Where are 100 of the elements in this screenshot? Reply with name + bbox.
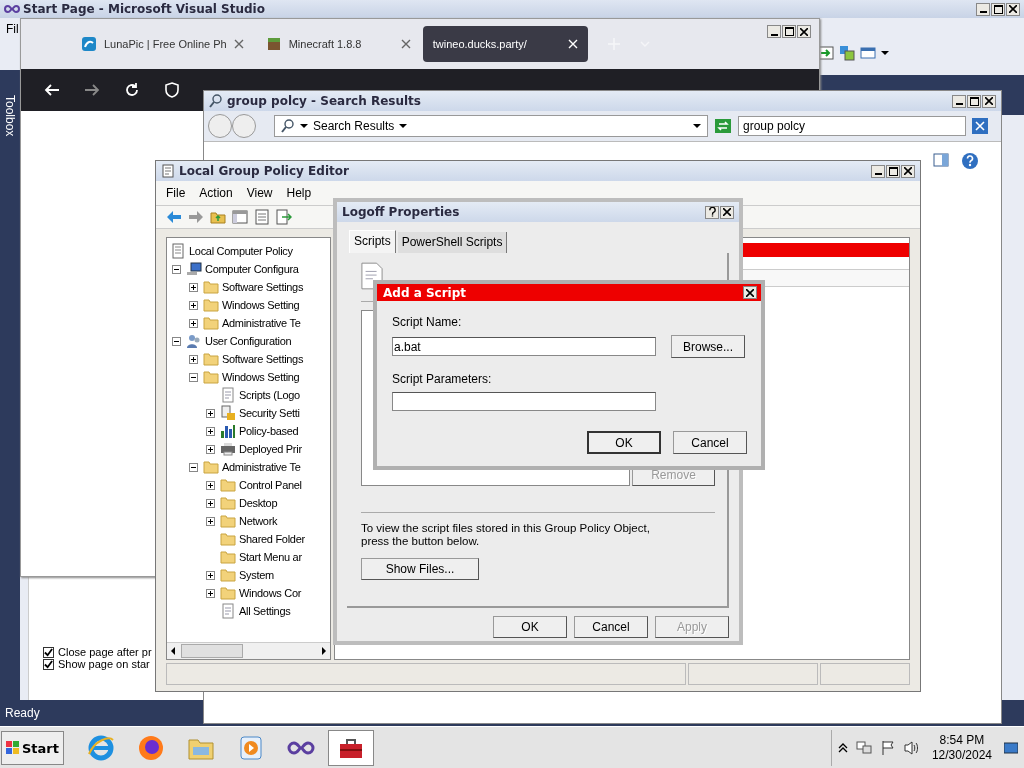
tree-item[interactable]: Administrative Te: [222, 317, 301, 329]
show-files-button[interactable]: Show Files...: [361, 558, 479, 580]
expand-icon[interactable]: [206, 588, 215, 598]
minimize-button[interactable]: [767, 25, 781, 38]
browse-button[interactable]: Browse...: [671, 335, 745, 358]
address-bar[interactable]: Search Results: [274, 115, 708, 137]
browser-tab[interactable]: twineo.ducks.party/: [422, 26, 588, 62]
tree-item[interactable]: Windows Cor: [239, 587, 302, 599]
expand-icon[interactable]: [189, 354, 198, 364]
expand-icon[interactable]: [206, 516, 215, 526]
tree-item[interactable]: Software Settings: [222, 281, 304, 293]
expand-icon[interactable]: [189, 300, 198, 310]
refresh-icon[interactable]: [714, 117, 732, 135]
windows-icon[interactable]: [839, 45, 855, 61]
collapse-icon[interactable]: [189, 462, 198, 472]
script-parameters-field[interactable]: [392, 392, 656, 411]
speaker-icon[interactable]: [903, 740, 920, 756]
help-icon[interactable]: [961, 152, 979, 170]
menu-item[interactable]: Action: [199, 186, 233, 200]
maximize-button[interactable]: [886, 164, 900, 178]
help-button[interactable]: [705, 205, 719, 219]
close-button[interactable]: [797, 25, 811, 38]
dropdown-icon[interactable]: [881, 49, 889, 57]
tab[interactable]: Scripts: [349, 230, 396, 253]
tree-item[interactable]: Policy-based: [239, 425, 299, 437]
close-button[interactable]: [982, 94, 996, 108]
tree-item[interactable]: Start Menu ar: [239, 551, 302, 563]
clear-icon[interactable]: [972, 118, 988, 134]
toolbox-tab[interactable]: Toolbox: [3, 95, 17, 137]
expand-icon[interactable]: [206, 498, 215, 508]
expand-icon[interactable]: [206, 444, 215, 454]
maximize-button[interactable]: [782, 25, 796, 38]
tree-item[interactable]: Desktop: [239, 497, 278, 509]
checkbox[interactable]: [43, 658, 54, 670]
close-button[interactable]: [743, 286, 757, 299]
menu-item[interactable]: View: [246, 186, 273, 200]
close-icon[interactable]: [233, 39, 244, 49]
tree-item[interactable]: Computer Configura: [205, 263, 299, 275]
tree-item[interactable]: Windows Setting: [222, 371, 300, 383]
minimize-button[interactable]: [976, 2, 990, 16]
tab[interactable]: PowerShell Scripts: [397, 232, 508, 253]
minimize-button[interactable]: [952, 94, 966, 108]
expand-icon[interactable]: [206, 426, 215, 436]
scroll-right-icon[interactable]: [320, 647, 328, 655]
window-icon[interactable]: [860, 45, 876, 61]
close-button[interactable]: [720, 205, 734, 219]
network-icon[interactable]: [855, 740, 872, 756]
tree-item[interactable]: Deployed Prir: [239, 443, 302, 455]
tree-item[interactable]: Control Panel: [239, 479, 302, 491]
tree-item[interactable]: Software Settings: [222, 353, 304, 365]
menu-item[interactable]: Fil: [6, 22, 19, 36]
scroll-left-icon[interactable]: [169, 647, 177, 655]
search-field[interactable]: group polcy: [738, 116, 966, 136]
tree-item[interactable]: All Settings: [239, 605, 291, 617]
dropdown-icon[interactable]: [693, 122, 701, 130]
horizontal-scrollbar[interactable]: [167, 642, 330, 659]
menu-item[interactable]: Help: [286, 186, 312, 200]
expand-icon[interactable]: [189, 282, 198, 292]
toolbox-icon[interactable]: [328, 730, 374, 766]
show-desktop-icon[interactable]: [1004, 741, 1018, 755]
flag-icon[interactable]: [879, 740, 896, 756]
collapse-icon[interactable]: [172, 264, 181, 274]
tree-item[interactable]: Security Setti: [239, 407, 300, 419]
cancel-button[interactable]: Cancel: [574, 616, 648, 638]
expand-icon[interactable]: [206, 480, 215, 490]
folder-up-icon[interactable]: [210, 209, 226, 225]
checkbox[interactable]: [43, 646, 54, 658]
start-button[interactable]: Start: [1, 731, 64, 765]
menu-item[interactable]: File: [166, 186, 186, 200]
ok-button[interactable]: OK: [587, 431, 661, 454]
reload-icon[interactable]: [123, 81, 141, 99]
export-icon[interactable]: [276, 209, 292, 225]
tree-item[interactable]: Network: [239, 515, 278, 527]
maximize-button[interactable]: [967, 94, 981, 108]
clock[interactable]: 8:54 PM 12/30/2024: [927, 733, 996, 763]
tree-item[interactable]: Administrative Te: [222, 461, 301, 473]
restore-button[interactable]: [991, 2, 1005, 16]
forward-icon[interactable]: [188, 209, 204, 225]
chevron-up-icon[interactable]: [837, 743, 848, 753]
expand-icon[interactable]: [189, 318, 198, 328]
script-name-field[interactable]: a.bat: [392, 337, 656, 356]
tree-item[interactable]: Shared Folder: [239, 533, 305, 545]
tree-view-icon[interactable]: [232, 209, 248, 225]
tree-item[interactable]: System: [239, 569, 274, 581]
cancel-button[interactable]: Cancel: [673, 431, 747, 454]
collapse-icon[interactable]: [189, 372, 198, 382]
close-icon[interactable]: [400, 39, 411, 49]
expand-icon[interactable]: [206, 570, 215, 580]
tree-item[interactable]: User Configuration: [205, 335, 292, 347]
expand-icon[interactable]: [206, 408, 215, 418]
close-button[interactable]: [901, 164, 915, 178]
close-button[interactable]: [1006, 2, 1020, 16]
browser-tab[interactable]: LunaPic | Free Online Ph: [71, 26, 254, 62]
collapse-icon[interactable]: [172, 336, 181, 346]
browser-tab[interactable]: Minecraft 1.8.8: [255, 26, 421, 62]
ok-button[interactable]: OK: [493, 616, 567, 638]
minimize-button[interactable]: [871, 164, 885, 178]
tree-item[interactable]: Windows Setting: [222, 299, 300, 311]
shield-icon[interactable]: [163, 81, 181, 99]
tree-item[interactable]: Scripts (Logo: [239, 389, 300, 401]
